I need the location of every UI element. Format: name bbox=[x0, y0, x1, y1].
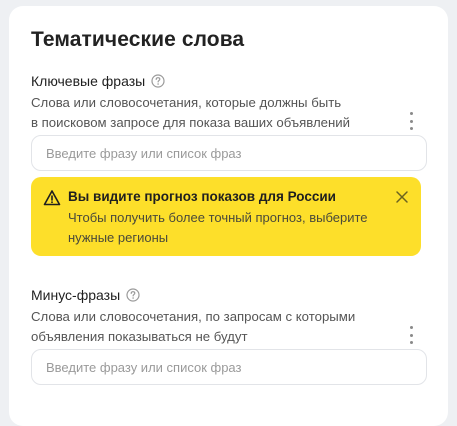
region-forecast-alert: Вы видите прогноз показов для России Что… bbox=[31, 177, 421, 256]
minus-input[interactable] bbox=[31, 349, 427, 385]
question-circle-icon[interactable] bbox=[126, 288, 140, 302]
keywords-input[interactable] bbox=[31, 135, 427, 171]
keywords-description-line: Слова или словосочетания, которые должны… bbox=[31, 95, 342, 110]
keywords-description: Слова или словосочетания, которые должны… bbox=[31, 93, 391, 133]
alert-text-line: Чтобы получить более точный прогноз, выб… bbox=[68, 210, 368, 225]
alert-text-line: нужные регионы bbox=[68, 230, 169, 245]
section-title: Тематические слова bbox=[31, 28, 245, 51]
keywords-label-row: Ключевые фразы bbox=[31, 73, 165, 89]
close-icon[interactable] bbox=[395, 190, 409, 204]
minus-description: Слова или словосочетания, по запросам с … bbox=[31, 307, 391, 347]
thematic-words-card: Тематические слова Ключевые фразы Слова … bbox=[9, 6, 448, 426]
minus-description-line: объявления показываться не будут bbox=[31, 329, 248, 344]
warning-triangle-icon bbox=[43, 189, 61, 207]
minus-description-line: Слова или словосочетания, по запросам с … bbox=[31, 309, 356, 324]
minus-label: Минус-фразы bbox=[31, 287, 121, 303]
question-circle-icon[interactable] bbox=[151, 74, 165, 88]
minus-label-row: Минус-фразы bbox=[31, 287, 140, 303]
keywords-more-icon[interactable] bbox=[408, 112, 414, 130]
keywords-description-line: в поисковом запросе для показа ваших объ… bbox=[31, 115, 350, 130]
minus-more-icon[interactable] bbox=[408, 326, 414, 344]
alert-text: Чтобы получить более точный прогноз, выб… bbox=[68, 208, 368, 248]
keywords-label: Ключевые фразы bbox=[31, 73, 146, 89]
alert-title: Вы видите прогноз показов для России bbox=[68, 189, 336, 204]
